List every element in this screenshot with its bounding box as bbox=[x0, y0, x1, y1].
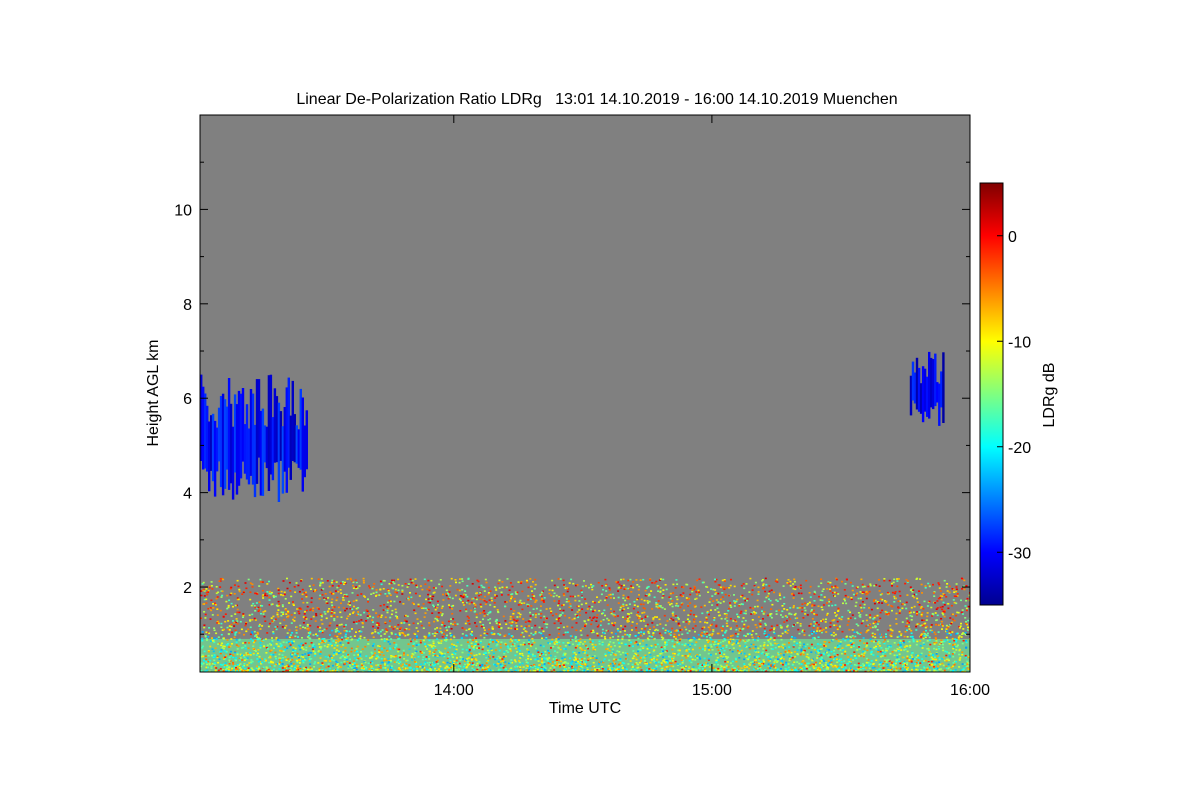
colorbar-tick-label-3: -30 bbox=[1008, 545, 1031, 562]
colorbar-label: LDRg dB bbox=[1041, 363, 1058, 428]
x-tick-label-2: 16:00 bbox=[950, 682, 990, 699]
ldr-chart: Linear De-Polarization Ratio LDRg 13:01 … bbox=[0, 0, 1200, 800]
y-tick-label-3: 8 bbox=[183, 297, 192, 314]
chart-title: Linear De-Polarization Ratio LDRg 13:01 … bbox=[296, 91, 897, 108]
y-tick-label-4: 10 bbox=[174, 202, 192, 219]
colorbar bbox=[980, 183, 1003, 605]
y-tick-label-1: 4 bbox=[183, 486, 192, 503]
x-tick-label-0: 14:00 bbox=[434, 682, 474, 699]
x-axis-label: Time UTC bbox=[549, 700, 621, 717]
colorbar-tick-label-1: -10 bbox=[1008, 334, 1031, 351]
y-tick-label-2: 6 bbox=[183, 391, 192, 408]
y-tick-label-0: 2 bbox=[183, 580, 192, 597]
colorbar-tick-label-2: -20 bbox=[1008, 440, 1031, 457]
plot-background bbox=[200, 115, 970, 672]
colorbar-tick-label-0: 0 bbox=[1008, 229, 1017, 246]
chart-svg: Linear De-Polarization Ratio LDRg 13:01 … bbox=[0, 0, 1200, 800]
y-axis-label: Height AGL km bbox=[145, 339, 162, 446]
x-tick-label-1: 15:00 bbox=[692, 682, 732, 699]
